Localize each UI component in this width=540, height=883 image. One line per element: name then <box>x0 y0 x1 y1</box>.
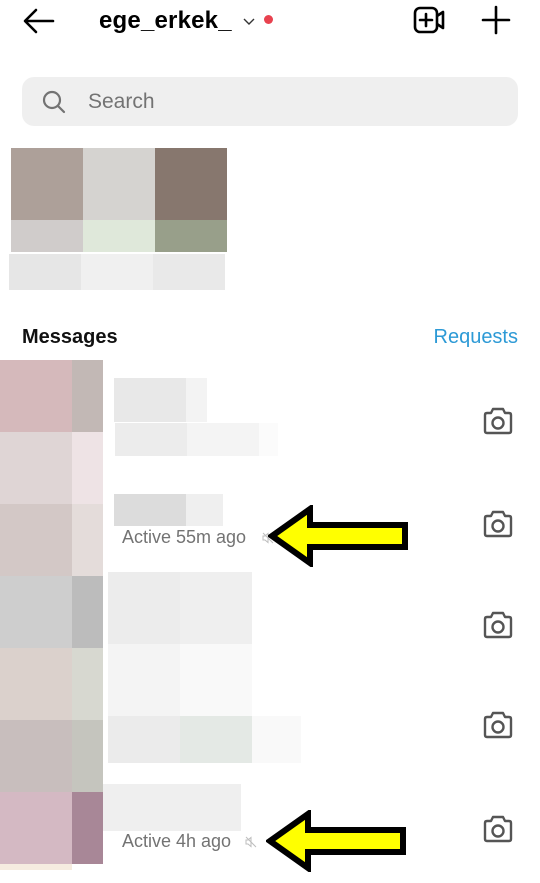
redacted-preview <box>259 423 278 456</box>
redacted-preview <box>108 716 180 763</box>
redacted-name <box>186 494 223 526</box>
redacted-name <box>103 784 241 831</box>
pixel-block <box>9 254 81 290</box>
camera-icon <box>483 407 513 435</box>
messages-title: Messages <box>22 326 118 348</box>
camera-button[interactable] <box>481 710 515 740</box>
camera-button[interactable] <box>481 406 515 436</box>
muted-icon <box>245 836 257 848</box>
pixel-block <box>81 254 153 290</box>
video-add-icon <box>413 6 445 34</box>
redacted-preview <box>115 423 187 456</box>
redacted-preview <box>252 716 301 763</box>
redacted-preview <box>180 716 252 763</box>
camera-icon <box>483 711 513 739</box>
active-status: Active 55m ago <box>122 527 247 547</box>
chevron-down-icon <box>243 18 255 25</box>
top-bar: ege_erkek_ <box>0 0 540 44</box>
pixel-block <box>11 220 83 252</box>
requests-link[interactable]: Requests <box>434 326 519 349</box>
redacted-name <box>108 572 180 644</box>
account-switcher[interactable]: ege_erkek_ <box>99 4 273 38</box>
search-icon <box>42 90 66 114</box>
notes-tray-redacted[interactable] <box>9 147 228 292</box>
conversation-row[interactable] <box>0 572 540 672</box>
camera-icon <box>483 815 513 843</box>
video-call-button[interactable] <box>412 4 448 36</box>
redacted-name <box>180 572 252 644</box>
arrow-left-icon <box>23 8 55 34</box>
camera-button[interactable] <box>481 610 515 640</box>
pixel-block <box>83 220 155 252</box>
pixel-block <box>155 220 227 252</box>
redacted-preview <box>187 423 259 456</box>
pixel-block <box>11 148 83 220</box>
redacted-name <box>114 378 186 422</box>
redacted-name <box>114 494 186 526</box>
search-input[interactable] <box>88 77 498 126</box>
pixel-block <box>153 254 225 290</box>
conversation-row[interactable] <box>0 644 540 772</box>
camera-button[interactable] <box>481 814 515 844</box>
annotation-arrow <box>266 810 406 872</box>
camera-icon <box>483 611 513 639</box>
notification-dot <box>263 14 273 24</box>
back-button[interactable] <box>22 6 56 36</box>
messages-section-header: Messages Requests <box>22 324 518 354</box>
redacted-name <box>108 644 180 716</box>
camera-icon <box>483 510 513 538</box>
conversation-row[interactable] <box>0 370 540 470</box>
username-title: ege_erkek_ <box>99 7 232 34</box>
redacted-name <box>180 644 252 716</box>
pixel-block <box>155 148 227 220</box>
annotation-arrow <box>268 505 408 567</box>
active-status: Active 4h ago <box>122 831 232 851</box>
new-message-button[interactable] <box>480 4 512 36</box>
camera-button[interactable] <box>481 509 515 539</box>
redacted-name <box>186 378 207 422</box>
search-bar[interactable] <box>22 77 518 126</box>
plus-icon <box>481 5 511 35</box>
pixel-block <box>83 148 155 220</box>
